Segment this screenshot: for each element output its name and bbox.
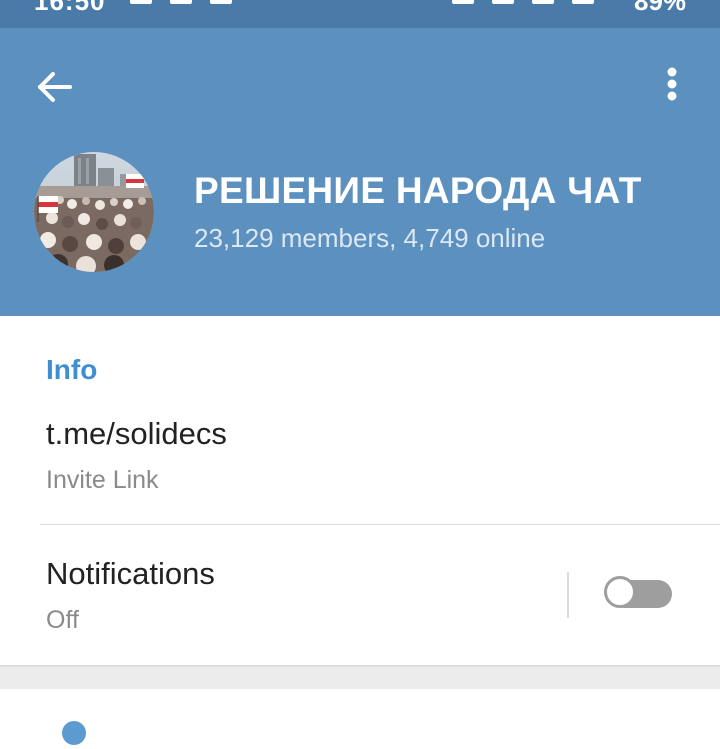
notifications-row[interactable]: Notifications Off — [0, 526, 720, 665]
signal-icon — [572, 0, 594, 4]
battery-level: 89% — [634, 0, 687, 16]
system-icons — [452, 0, 594, 4]
more-vertical-icon — [667, 67, 677, 101]
group-member-count: 23,129 members, 4,749 online — [194, 223, 546, 253]
invite-link-caption: Invite Link — [46, 466, 159, 494]
invite-link-row[interactable]: t.me/solidecs Invite Link — [0, 402, 720, 524]
status-time: 16:50 — [34, 0, 106, 16]
status-bar: 16:50 89% — [0, 0, 720, 28]
app-icon — [210, 0, 232, 4]
mute-icon — [492, 0, 514, 4]
telegram-icon — [130, 0, 152, 4]
info-section: Info t.me/solidecs Invite Link Notificat… — [0, 316, 720, 665]
group-avatar-image — [34, 152, 154, 272]
section-title-info: Info — [46, 354, 98, 385]
notification-icons — [130, 0, 232, 4]
invite-link-value: t.me/solidecs — [46, 416, 227, 451]
alarm-icon — [452, 0, 474, 4]
notification-icon — [170, 0, 192, 4]
next-section — [0, 689, 720, 749]
row-divider — [40, 524, 720, 525]
back-button[interactable] — [30, 62, 80, 112]
profile-header: РЕШЕНИЕ НАРОДА ЧАТ 23,129 members, 4,749… — [0, 28, 720, 316]
notifications-status: Off — [46, 606, 79, 634]
vertical-separator — [567, 572, 569, 618]
group-title: РЕШЕНИЕ НАРОДА ЧАТ — [194, 170, 642, 211]
notifications-label: Notifications — [46, 556, 215, 591]
wifi-icon — [532, 0, 554, 4]
more-options-button[interactable] — [652, 62, 692, 112]
group-avatar[interactable] — [34, 152, 154, 272]
notifications-toggle[interactable] — [604, 576, 672, 610]
toggle-thumb — [604, 576, 636, 608]
section-icon — [62, 721, 86, 745]
arrow-left-icon — [38, 72, 72, 102]
